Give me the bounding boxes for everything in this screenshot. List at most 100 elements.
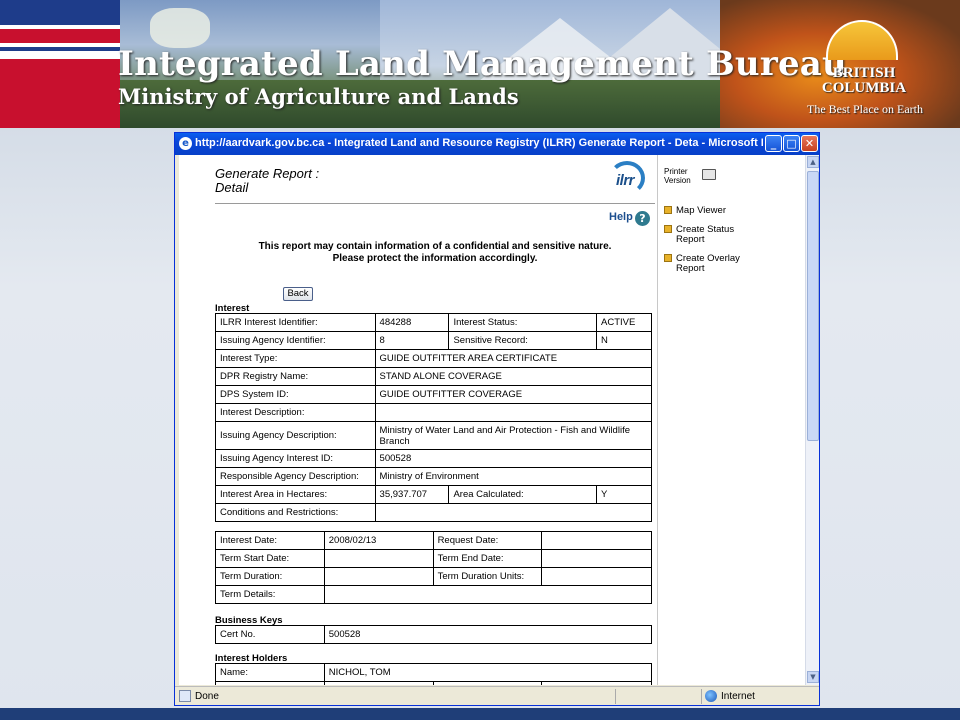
cell-label: Term Details: <box>215 585 325 604</box>
bc-logo-line2: COLUMBIA <box>821 80 907 96</box>
cell-value: GUIDE OUTFITTER AREA CERTIFICATE <box>374 349 653 368</box>
cell-label: Interest Date: <box>215 531 325 550</box>
cell-empty <box>323 681 434 685</box>
cell-label: Interest Status: <box>448 313 598 332</box>
cell-value <box>323 585 653 604</box>
arrow-icon <box>664 206 672 214</box>
table-row: Interest Area in Hectares: 35,937.707 Ar… <box>215 485 652 504</box>
cell-label: Cert No. <box>215 625 325 644</box>
cell-value <box>541 567 652 586</box>
cell-label: Sensitive Record: <box>448 331 598 350</box>
table-row <box>215 681 652 685</box>
interest-holders-table: Name: NICHOL, TOM <box>215 663 653 685</box>
ilrr-logo-text: ilrr <box>616 172 635 189</box>
cell-empty <box>432 681 543 685</box>
browser-window: e http://aardvark.gov.bc.ca - Integrated… <box>174 132 820 706</box>
arrow-icon <box>664 225 672 233</box>
header-divider <box>215 203 655 204</box>
cell-value <box>323 567 434 586</box>
printer-version-link[interactable]: Printer Version <box>664 167 691 185</box>
table-row: Responsible Agency Description: Ministry… <box>215 467 653 486</box>
bc-tagline: The Best Place on Earth <box>807 102 923 116</box>
cell-label: Term End Date: <box>432 549 543 568</box>
window-titlebar[interactable]: e http://aardvark.gov.bc.ca - Integrated… <box>175 133 819 155</box>
cell-value: ACTIVE <box>596 313 652 332</box>
cell-label: Term Duration: <box>215 567 325 586</box>
ministry-banner: Integrated Land Management Bureau Minist… <box>0 0 960 128</box>
cell-value: 484288 <box>374 313 450 332</box>
cell-value: N <box>596 331 652 350</box>
cell-label: Interest Type: <box>215 349 376 368</box>
minimize-button[interactable]: _ <box>765 135 782 152</box>
cell-value: 500528 <box>323 625 653 644</box>
business-keys-table: Cert No. 500528 <box>215 625 653 644</box>
printer-icon[interactable] <box>702 169 716 180</box>
table-row: DPR Registry Name: STAND ALONE COVERAGE <box>215 367 653 386</box>
table-row: Interest Date: 2008/02/13 Request Date: <box>215 531 652 550</box>
cell-label: Term Duration Units: <box>432 567 543 586</box>
page-title-line2: Detail <box>215 180 249 195</box>
bottom-strip <box>0 708 960 720</box>
table-row: DPS System ID: GUIDE OUTFITTER COVERAGE <box>215 385 653 404</box>
help-link[interactable]: Help <box>609 211 633 223</box>
cell-value <box>323 549 434 568</box>
cell-label: Interest Description: <box>215 403 376 422</box>
link-line2: Report <box>676 234 705 245</box>
maximize-button[interactable]: □ <box>783 135 800 152</box>
notice-line2: Please protect the information according… <box>332 253 538 264</box>
create-status-report-link[interactable]: Create Status Report <box>676 225 734 245</box>
cell-value: Ministry of Environment <box>374 467 653 486</box>
cell-value: GUIDE OUTFITTER COVERAGE <box>374 385 653 404</box>
page-title: Generate Report : Detail <box>215 167 319 195</box>
bc-logo-line1: BRITISH <box>832 65 896 81</box>
dates-table: Interest Date: 2008/02/13 Request Date: … <box>215 531 653 604</box>
vertical-scrollbar[interactable]: ▲ ▼ <box>805 155 819 685</box>
create-overlay-report-link[interactable]: Create Overlay Report <box>676 254 740 274</box>
cell-value: 8 <box>374 331 450 350</box>
cell-value: Ministry of Water Land and Air Protectio… <box>374 421 653 450</box>
back-button[interactable]: Back <box>283 287 313 301</box>
notice-line1: This report may contain information of a… <box>258 241 612 252</box>
close-button[interactable]: ✕ <box>801 135 818 152</box>
printer-line2: Version <box>664 176 691 185</box>
cell-label: Term Start Date: <box>215 549 325 568</box>
status-bar: Done Internet <box>175 686 819 705</box>
table-row: Name: NICHOL, TOM <box>215 663 653 682</box>
status-divider <box>701 689 702 704</box>
cell-label: DPS System ID: <box>215 385 376 404</box>
table-row: Interest Type: GUIDE OUTFITTER AREA CERT… <box>215 349 653 368</box>
table-row: Conditions and Restrictions: <box>215 503 653 522</box>
map-viewer-link[interactable]: Map Viewer <box>676 206 726 216</box>
globe-icon <box>705 690 717 702</box>
help-icon[interactable]: ? <box>635 211 650 226</box>
table-row: Term Duration: Term Duration Units: <box>215 567 652 586</box>
cell-label: DPR Registry Name: <box>215 367 376 386</box>
scroll-down-arrow-icon[interactable]: ▼ <box>807 671 819 683</box>
bc-logo-name: BRITISH COLUMBIA <box>812 66 916 96</box>
banner-subtitle: Ministry of Agriculture and Lands <box>118 84 519 109</box>
cell-value: 2008/02/13 <box>323 531 434 550</box>
scroll-up-arrow-icon[interactable]: ▲ <box>807 156 819 168</box>
cell-value: Y <box>596 485 652 504</box>
cell-label: Request Date: <box>432 531 543 550</box>
bear-image <box>150 8 210 48</box>
confidentiality-notice: This report may contain information of a… <box>215 241 655 265</box>
cell-label: Responsible Agency Description: <box>215 467 376 486</box>
window-title: http://aardvark.gov.bc.ca - Integrated L… <box>195 137 763 149</box>
table-row: Cert No. 500528 <box>215 625 653 644</box>
interest-table: ILRR Interest Identifier: 484288 Interes… <box>215 313 653 522</box>
cell-value: 500528 <box>374 449 653 468</box>
ilrr-logo: ilrr <box>607 161 647 195</box>
scrollbar-thumb[interactable] <box>807 171 819 441</box>
printer-line1: Printer <box>664 167 688 176</box>
cell-label: Interest Area in Hectares: <box>215 485 376 504</box>
cell-value: NICHOL, TOM <box>323 663 653 682</box>
table-row: Term Start Date: Term End Date: <box>215 549 652 568</box>
cell-label: Name: <box>215 663 325 682</box>
status-text: Done <box>195 691 219 702</box>
status-divider <box>615 689 616 704</box>
table-row: Interest Description: <box>215 403 653 422</box>
cell-label: Issuing Agency Interest ID: <box>215 449 376 468</box>
cell-label: ILRR Interest Identifier: <box>215 313 376 332</box>
cell-value <box>541 549 652 568</box>
